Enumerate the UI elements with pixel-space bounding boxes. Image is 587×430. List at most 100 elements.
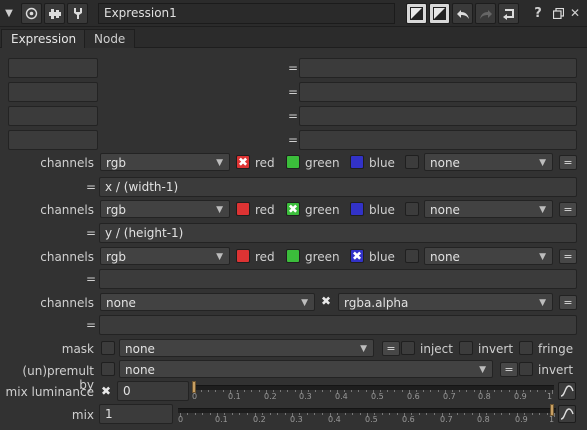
chevron-down-icon: ▼ <box>539 252 546 262</box>
mix-luminance-slider-handle[interactable] <box>192 381 196 393</box>
layer-select-1[interactable]: rgb ▼ <box>100 200 230 218</box>
mix-luminance-slider-minor-tick <box>423 390 424 392</box>
green-label-2: green <box>305 250 340 264</box>
premult-select[interactable]: none ▼ <box>119 360 493 378</box>
link-equals-button-0[interactable]: = <box>559 155 577 170</box>
expression-field-0[interactable]: x / (width-1) <box>99 177 577 197</box>
extra-checkbox-0[interactable] <box>405 155 419 169</box>
mix-slider-minor-tick <box>389 413 390 415</box>
tab-node[interactable]: Node <box>84 29 136 48</box>
blue-checkbox-1[interactable] <box>350 202 364 216</box>
blue-checkbox-2[interactable]: ✖ <box>350 249 364 263</box>
mix-luminance-curve-button[interactable] <box>558 382 576 400</box>
mix-luminance-slider-minor-tick <box>273 390 274 392</box>
temp-expression-field-2[interactable] <box>299 106 577 126</box>
layer-select-2[interactable]: rgb ▼ <box>100 247 230 265</box>
layer-select-3[interactable]: none ▼ <box>100 293 315 311</box>
temp-name-field-3[interactable] <box>8 130 98 150</box>
green-checkbox-2[interactable] <box>286 249 300 263</box>
mix-slider-tick-label: 0.3 <box>290 415 303 424</box>
redo-icon[interactable] <box>475 3 496 24</box>
wrench-icon[interactable] <box>67 3 88 24</box>
layer-select-0[interactable]: rgb ▼ <box>100 153 230 171</box>
mix-luminance-slider-minor-tick <box>494 390 495 392</box>
red-checkbox-0[interactable]: ✖ <box>236 155 250 169</box>
help-icon[interactable]: ? <box>531 5 545 21</box>
red-checkbox-1[interactable] <box>236 202 250 216</box>
layer-select-value-3: none <box>106 296 136 310</box>
link-equals-button-1[interactable]: = <box>559 202 577 217</box>
collapse-arrow-icon[interactable]: ▼ <box>2 5 16 21</box>
tab-expression[interactable]: Expression <box>1 29 87 48</box>
temp-name-field-1[interactable] <box>8 82 98 102</box>
alpha-checkbox[interactable]: ✖ <box>321 294 331 308</box>
temp-name-field-0[interactable] <box>8 58 98 78</box>
extra-checkbox-2[interactable] <box>405 249 419 263</box>
alpha-channel-value: rgba.alpha <box>344 296 409 310</box>
mix-luminance-slider[interactable]: 0 0.1 0.2 0.3 0.4 0.5 0.6 0.7 0.8 0.9 1 <box>192 381 554 403</box>
diagonal-b-icon[interactable] <box>429 3 450 24</box>
temp-expression-field-3[interactable] <box>299 130 577 150</box>
premult-equals-button[interactable]: = <box>500 362 518 377</box>
mix-luminance-slider-tick-label: 0.8 <box>478 392 491 401</box>
link-equals-button-3[interactable]: = <box>559 295 577 310</box>
mix-slider-minor-tick <box>397 413 398 415</box>
expression-field-2[interactable] <box>99 269 577 289</box>
circle-dot-icon[interactable] <box>21 3 42 24</box>
temp-expression-field-1[interactable] <box>299 82 577 102</box>
mix-luminance-slider-tick-label: 0.9 <box>514 392 527 401</box>
alpha-channel-select[interactable]: rgba.alpha ▼ <box>338 293 553 311</box>
mix-luminance-slider-minor-tick <box>402 390 403 392</box>
green-checkbox-1[interactable]: ✖ <box>286 202 300 216</box>
mix-slider[interactable]: 0 0.1 0.2 0.3 0.4 0.5 0.6 0.7 0.8 0.9 1 <box>178 404 556 426</box>
invert-premult-checkbox[interactable] <box>519 362 533 376</box>
green-checkbox-0[interactable] <box>286 155 300 169</box>
mix-luminance-slider-minor-tick <box>466 390 467 392</box>
mix-slider-minor-tick <box>449 413 450 415</box>
mask-select[interactable]: none ▼ <box>119 339 374 357</box>
blue-checkbox-0[interactable] <box>350 155 364 169</box>
invert-mask-checkbox[interactable] <box>459 341 473 355</box>
mix-slider-minor-tick <box>352 413 353 415</box>
fringe-checkbox[interactable] <box>519 341 533 355</box>
expression-field-3[interactable] <box>99 315 577 335</box>
temp-name-field-2[interactable] <box>8 106 98 126</box>
curve-icon <box>560 408 574 420</box>
tool-icon[interactable] <box>44 3 65 24</box>
mix-luminance-checkbox[interactable]: ✖ <box>101 384 111 398</box>
node-name-field[interactable]: Expression1 <box>98 3 395 24</box>
revert-icon[interactable] <box>498 3 519 24</box>
mix-luminance-slider-tick <box>552 390 553 394</box>
mix-slider-tick-label: 0 <box>178 415 184 424</box>
premult-checkbox[interactable] <box>101 362 115 376</box>
layer-select-value-1: rgb <box>106 203 126 217</box>
float-icon[interactable] <box>551 5 565 21</box>
inject-checkbox[interactable] <box>401 341 415 355</box>
extra-channel-select-1[interactable]: none ▼ <box>424 200 553 218</box>
mask-checkbox[interactable] <box>101 341 115 355</box>
mix-slider-tick-label: 0.9 <box>515 415 528 424</box>
close-icon[interactable]: ✕ <box>568 5 582 21</box>
mix-slider-minor-tick <box>195 413 196 415</box>
red-checkbox-2[interactable] <box>236 249 250 263</box>
link-equals-button-2[interactable]: = <box>559 249 577 264</box>
mix-luminance-slider-minor-tick <box>394 390 395 392</box>
diagonal-a-icon[interactable] <box>406 3 427 24</box>
mix-slider-minor-tick <box>314 413 315 415</box>
mask-equals-button[interactable]: = <box>382 341 400 356</box>
mix-field[interactable]: 1 <box>99 404 173 424</box>
extra-channel-select-0[interactable]: none ▼ <box>424 153 553 171</box>
temp-expression-field-0[interactable] <box>299 58 577 78</box>
mix-slider-handle[interactable] <box>550 404 554 416</box>
mix-luminance-slider-minor-tick <box>208 390 209 392</box>
mix-slider-minor-tick <box>524 413 525 415</box>
extra-channel-value-2: none <box>430 250 460 264</box>
undo-icon[interactable] <box>452 3 473 24</box>
mix-curve-button[interactable] <box>558 405 576 423</box>
extra-checkbox-1[interactable] <box>405 202 419 216</box>
mix-luminance-field[interactable]: 0 <box>117 381 189 401</box>
mix-luminance-slider-tick-label: 0.3 <box>299 392 312 401</box>
chevron-down-icon: ▼ <box>539 298 546 308</box>
expression-field-1[interactable]: y / (height-1) <box>99 223 577 243</box>
extra-channel-select-2[interactable]: none ▼ <box>424 247 553 265</box>
